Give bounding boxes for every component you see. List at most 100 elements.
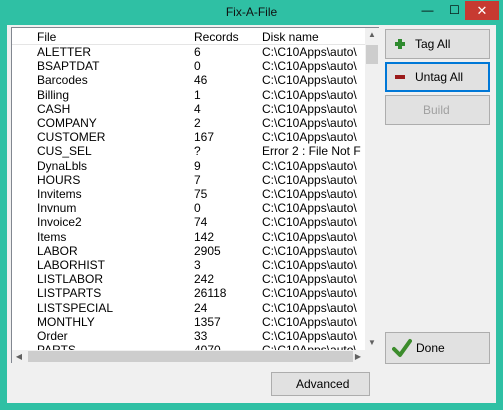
records-cell: 4070 [194,343,256,350]
records-cell: 0 [194,201,201,216]
file-cell: Barcodes [37,73,88,88]
list-item[interactable]: Order 33 C:\C10Apps\auto\ [12,329,365,344]
disk-name-cell: C:\C10Apps\auto\ [262,116,357,130]
done-button[interactable]: Done [385,332,490,364]
file-cell: Items [37,229,67,244]
column-header-records[interactable]: Records [194,30,239,44]
horizontal-scrollbar[interactable]: ◀ ▶ [12,350,365,363]
list-item[interactable]: Invoice2 74 C:\C10Apps\auto\ [12,215,365,230]
file-list-header: File Records Disk name [12,28,365,45]
records-cell: 0 [194,59,201,74]
list-item[interactable]: Billing 1 C:\C10Apps\auto\ [12,88,365,103]
list-item[interactable]: HOURS 7 C:\C10Apps\auto\ [12,173,365,188]
disk-name-cell: C:\C10Apps\auto\ [262,172,357,187]
disk-name-cell: C:\C10Apps\auto\ [262,300,357,315]
done-label: Done [416,341,445,355]
vertical-scrollbar[interactable]: ▲ ▼ [365,28,379,350]
records-cell: 2905 [194,243,221,258]
list-item[interactable]: PARTS 4070 C:\C10Apps\auto\ [12,343,365,350]
minimize-button[interactable]: — [414,1,441,20]
list-item[interactable]: COMPANY 2 C:\C10Apps\auto\ [12,116,365,131]
build-label: Build [423,103,450,117]
disk-name-cell: C:\C10Apps\auto\ [262,59,357,74]
records-cell: 2 [194,116,201,130]
disk-name-cell: C:\C10Apps\auto\ [262,45,357,59]
tag-all-button[interactable]: Tag All [385,29,490,59]
disk-name-cell: C:\C10Apps\auto\ [262,258,357,272]
title-bar[interactable]: Fix-A-File — ☐ ✕ [0,0,503,25]
untag-all-label: Untag All [415,70,464,84]
list-item[interactable]: LISTLABOR 242 C:\C10Apps\auto\ [12,272,365,287]
scroll-left-icon[interactable]: ◀ [12,350,26,363]
disk-name-cell: C:\C10Apps\auto\ [262,286,357,301]
minus-icon [395,75,405,79]
file-cell: Invoice2 [37,215,82,230]
disk-name-cell: C:\C10Apps\auto\ [262,215,357,230]
list-item[interactable]: LISTPARTS 26118 C:\C10Apps\auto\ [12,286,365,301]
disk-name-cell: C:\C10Apps\auto\ [262,243,357,258]
scrollbar-corner [365,350,379,363]
file-cell: CUSTOMER [37,130,106,145]
list-item[interactable]: DynaLbls 9 C:\C10Apps\auto\ [12,159,365,174]
file-cell: CUS_SEL [37,144,92,159]
records-cell: 3 [194,258,201,272]
file-cell: COMPANY [37,116,97,130]
maximize-button[interactable]: ☐ [441,1,468,20]
list-item[interactable]: Items 142 C:\C10Apps\auto\ [12,230,365,245]
column-header-file[interactable]: File [37,30,56,44]
dialog-client-area: File Records Disk name ALETTER 6 C:\C10App… [7,25,496,403]
records-cell: 242 [194,272,215,287]
file-cell: Invitems [37,187,82,201]
list-item[interactable]: MONTHLY 1357 C:\C10Apps\auto\ [12,315,365,330]
records-cell: 74 [194,215,208,230]
records-cell: 7 [194,172,201,187]
checkmark-icon [392,339,412,357]
file-cell: LABOR [37,243,78,258]
build-button[interactable]: Build [385,95,490,125]
disk-name-cell: C:\C10Apps\auto\ [262,201,357,216]
file-cell: CASH [37,101,71,116]
file-cell: Order [37,329,68,343]
plus-icon [395,39,405,49]
records-cell: 46 [194,73,208,88]
file-cell: Invnum [37,201,77,216]
disk-name-cell: C:\C10Apps\auto\ [262,187,357,201]
list-item[interactable]: LABOR 2905 C:\C10Apps\auto\ [12,244,365,259]
scroll-right-icon[interactable]: ▶ [351,350,365,363]
disk-name-cell: C:\C10Apps\auto\ [262,272,357,287]
file-list[interactable]: File Records Disk name ALETTER 6 C:\C10App… [11,27,379,363]
records-cell: 26118 [194,286,227,301]
disk-name-cell: C:\C10Apps\auto\ [262,130,357,145]
column-header-disk-name[interactable]: Disk name [262,30,319,44]
list-item[interactable]: LISTSPECIAL 24 C:\C10Apps\auto\ [12,301,365,316]
list-item[interactable]: BSAPTDAT 0 C:\C10Apps\auto\ [12,59,365,74]
file-cell: LISTLABOR [37,272,104,287]
disk-name-cell: C:\C10Apps\auto\ [262,101,357,116]
list-item[interactable]: ALETTER 6 C:\C10Apps\auto\ [12,45,365,60]
file-cell: LABORHIST [37,258,106,272]
list-item[interactable]: Barcodes 46 C:\C10Apps\auto\ [12,73,365,88]
file-cell: BSAPTDAT [37,59,100,74]
disk-name-cell: C:\C10Apps\auto\ [262,314,357,329]
file-cell: LISTPARTS [37,286,102,301]
horizontal-scroll-thumb[interactable] [28,351,353,362]
list-item[interactable]: LABORHIST 3 C:\C10Apps\auto\ [12,258,365,273]
vertical-scroll-thumb[interactable] [366,45,378,64]
scroll-up-icon[interactable]: ▲ [365,28,379,42]
list-item[interactable]: CASH 4 C:\C10Apps\auto\ [12,102,365,117]
list-item[interactable]: CUS_SEL? Error 2 : File Not F [12,144,365,159]
untag-all-button[interactable]: Untag All [385,62,490,92]
disk-name-cell: C:\C10Apps\auto\ [262,87,357,102]
list-item[interactable]: Invnum 0 C:\C10Apps\auto\ [12,201,365,216]
file-cell: LISTSPECIAL [37,300,114,315]
advanced-button[interactable]: Advanced [271,372,370,396]
list-item[interactable]: Invitems 75 C:\C10Apps\auto\ [12,187,365,202]
disk-name-cell: C:\C10Apps\auto\ [262,229,357,244]
scroll-down-icon[interactable]: ▼ [365,336,379,350]
list-item[interactable]: CUSTOMER 167 C:\C10Apps\auto\ [12,130,365,145]
file-cell: Billing [37,87,70,102]
records-cell: 4 [194,101,201,116]
file-cell: ALETTER [37,45,92,59]
close-button[interactable]: ✕ [465,1,499,20]
records-cell: 6 [194,45,201,59]
